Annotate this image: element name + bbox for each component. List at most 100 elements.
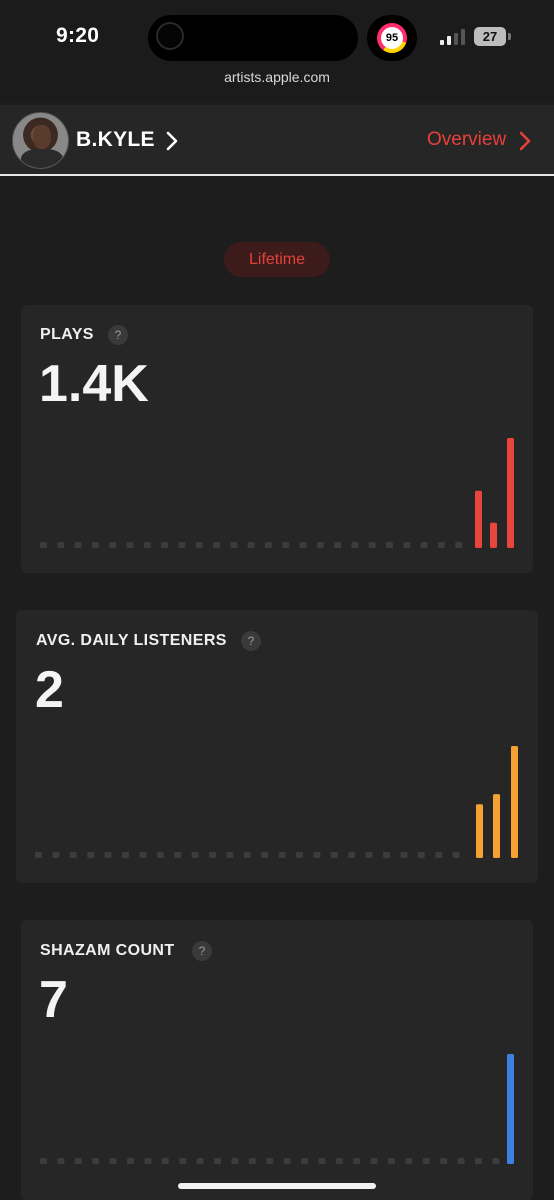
chart-placeholder-bar: [455, 542, 463, 548]
chart-placeholder-bar: [417, 852, 425, 858]
chart-placeholder-bar: [156, 852, 164, 858]
plays-chart: [40, 438, 514, 548]
chart-placeholder-bar: [435, 852, 443, 858]
chart-placeholder-bar: [440, 1158, 448, 1164]
help-icon[interactable]: ?: [192, 941, 212, 961]
chart-placeholder-bar: [403, 542, 411, 548]
chart-placeholder-bar: [104, 852, 112, 858]
chart-placeholder-bar: [230, 542, 238, 548]
chart-placeholder-bar: [191, 852, 199, 858]
camera-icon: [156, 22, 184, 50]
chart-placeholder-bar: [57, 542, 65, 548]
chart-placeholder-bar: [144, 1158, 152, 1164]
chart-placeholder-bar: [109, 542, 117, 548]
chart-placeholder-bar: [475, 1158, 482, 1164]
help-icon[interactable]: ?: [241, 631, 261, 651]
url-bar[interactable]: artists.apple.com: [0, 69, 554, 85]
avg-daily-listeners-value: 2: [35, 661, 64, 719]
chevron-right-icon[interactable]: [517, 130, 533, 152]
chart-placeholder-bar: [299, 542, 307, 548]
plays-value: 1.4K: [39, 355, 149, 413]
shazam-count-value: 7: [39, 971, 68, 1029]
plays-title: PLAYS: [40, 326, 94, 343]
chart-placeholder-bar: [400, 852, 408, 858]
chart-placeholder-bar: [278, 852, 286, 858]
chart-placeholder-bar: [335, 1158, 343, 1164]
chart-placeholder-bar: [231, 1158, 239, 1164]
chart-placeholder-bar: [209, 852, 216, 858]
chart-placeholder-bar: [109, 1158, 117, 1164]
chart-placeholder-bar: [365, 852, 373, 858]
chart-placeholder-bar: [370, 1158, 378, 1164]
chart-placeholder-bar: [316, 542, 324, 548]
chart-placeholder-bar: [334, 542, 342, 548]
chart-placeholder-bar: [179, 1158, 187, 1164]
chart-placeholder-bar: [35, 852, 42, 858]
chart-placeholder-bar: [74, 1158, 82, 1164]
chart-placeholder-bar: [368, 542, 376, 548]
avg-daily-listeners-chart: [35, 746, 518, 858]
chart-bar[interactable]: [511, 746, 518, 858]
chart-bar[interactable]: [475, 490, 482, 548]
chart-placeholder-bar: [420, 542, 428, 548]
chart-placeholder-bar: [74, 542, 82, 548]
period-filter-button[interactable]: Lifetime: [224, 242, 330, 277]
chart-placeholder-bar: [195, 542, 203, 548]
chart-placeholder-bar: [283, 1158, 291, 1164]
chart-placeholder-bar: [388, 1158, 395, 1164]
overview-link[interactable]: Overview: [427, 129, 506, 151]
chart-placeholder-bar: [348, 852, 356, 858]
chart-placeholder-bar: [383, 852, 390, 858]
clock: 9:20: [56, 24, 100, 47]
artist-name[interactable]: B.KYLE: [76, 128, 155, 152]
chart-placeholder-bar: [330, 852, 338, 858]
chart-placeholder-bar: [266, 1158, 274, 1164]
shazam-count-title: SHAZAM COUNT: [40, 942, 175, 959]
chart-placeholder-bar: [437, 542, 445, 548]
chart-bar[interactable]: [476, 804, 483, 858]
chart-placeholder-bar: [247, 542, 255, 548]
chart-placeholder-bar: [178, 542, 186, 548]
chevron-right-icon[interactable]: [164, 130, 180, 152]
chart-placeholder-bar: [318, 1158, 326, 1164]
chart-placeholder-bar: [282, 542, 290, 548]
chart-placeholder-bar: [161, 1158, 169, 1164]
chart-placeholder-bar: [214, 1158, 221, 1164]
chart-bar[interactable]: [490, 522, 497, 548]
chart-placeholder-bar: [243, 852, 251, 858]
chart-placeholder-bar: [457, 1158, 465, 1164]
chart-placeholder-bar: [52, 852, 60, 858]
chart-placeholder-bar: [313, 852, 321, 858]
chart-placeholder-bar: [69, 852, 77, 858]
chart-placeholder-bar: [91, 542, 99, 548]
chart-placeholder-bar: [213, 542, 220, 548]
chart-placeholder-bar: [351, 542, 359, 548]
chart-placeholder-bar: [196, 1158, 204, 1164]
avg-daily-listeners-title: AVG. DAILY LISTENERS: [36, 632, 227, 649]
chart-bar[interactable]: [507, 1054, 514, 1164]
chart-placeholder-bar: [405, 1158, 413, 1164]
chart-placeholder-bar: [422, 1158, 430, 1164]
chart-placeholder-bar: [139, 852, 147, 858]
chart-placeholder-bar: [40, 542, 47, 548]
chart-placeholder-bar: [87, 852, 95, 858]
chart-placeholder-bar: [492, 1158, 500, 1164]
chart-placeholder-bar: [301, 1158, 308, 1164]
chart-placeholder-bar: [126, 542, 134, 548]
page: 9:20 95 2 7 artists.apple.com B.KYLE Over…: [0, 0, 554, 1200]
chart-bar[interactable]: [507, 438, 514, 548]
chart-placeholder-bar: [248, 1158, 256, 1164]
chart-placeholder-bar: [452, 852, 460, 858]
shazam-count-chart: [40, 1054, 514, 1164]
chart-placeholder-bar: [264, 542, 272, 548]
home-indicator[interactable]: [178, 1183, 376, 1189]
activity-ring-value: 95: [381, 27, 403, 49]
chart-bar[interactable]: [493, 794, 500, 858]
chart-placeholder-bar: [261, 852, 269, 858]
chart-placeholder-bar: [92, 1158, 100, 1164]
chart-placeholder-bar: [127, 1158, 134, 1164]
chart-placeholder-bar: [161, 542, 169, 548]
avatar[interactable]: [12, 112, 69, 169]
chart-placeholder-bar: [226, 852, 234, 858]
help-icon[interactable]: ?: [108, 325, 128, 345]
